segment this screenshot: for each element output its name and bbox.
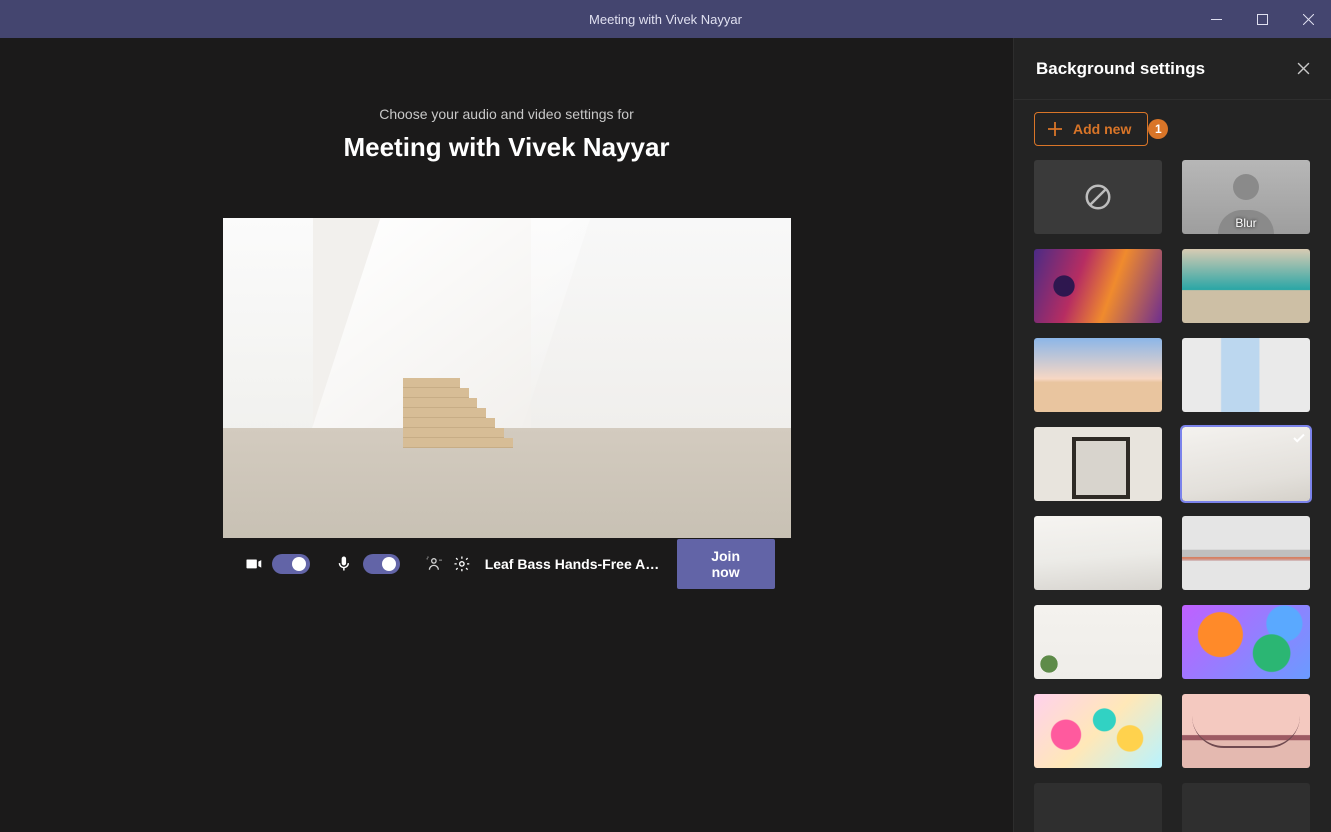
add-new-label: Add new [1073,121,1131,137]
device-settings-icon[interactable] [453,554,471,574]
background-effects-icon[interactable] [425,554,443,574]
video-preview [223,218,791,538]
panel-title: Background settings [1036,59,1205,79]
background-tile-blur[interactable]: Blur [1182,160,1310,234]
background-tile-balloons2[interactable] [1034,694,1162,768]
titlebar: Meeting with Vivek Nayyar [0,0,1331,38]
window-controls [1193,0,1331,38]
background-tile-office1[interactable] [1182,249,1310,323]
background-tile-loft[interactable] [1182,516,1310,590]
background-tile-white1[interactable] [1182,427,1310,501]
background-settings-panel: Background settings Add new 1 Blur [1013,38,1331,832]
panel-body: Add new 1 Blur [1014,100,1331,832]
background-tile-plants[interactable] [1034,605,1162,679]
maximize-button[interactable] [1239,0,1285,38]
minimize-button[interactable] [1193,0,1239,38]
minimize-icon [1211,14,1222,25]
stage-subhead: Choose your audio and video settings for [379,106,634,122]
mic-toggle[interactable] [363,554,400,574]
meeting-title: Meeting with Vivek Nayyar [343,132,669,163]
plus-icon [1047,121,1063,137]
background-tile-space[interactable] [1034,249,1162,323]
window-title: Meeting with Vivek Nayyar [589,12,742,27]
background-tile-window[interactable] [1182,338,1310,412]
background-tile-white2[interactable] [1034,516,1162,590]
join-now-button[interactable]: Join now [677,539,775,589]
maximize-icon [1257,14,1268,25]
panel-header: Background settings [1014,38,1331,100]
mic-icon [335,554,353,574]
prejoin-stage: Choose your audio and video settings for… [0,38,1013,832]
camera-toggle[interactable] [272,554,309,574]
background-tile-none[interactable] [1034,160,1162,234]
close-icon [1297,62,1310,75]
check-icon [1292,431,1306,450]
add-new-row: Add new 1 [1034,112,1321,146]
none-icon [1083,182,1113,212]
background-tile-mirror[interactable] [1034,427,1162,501]
content: Choose your audio and video settings for… [0,38,1331,832]
background-tile-balloons1[interactable] [1182,605,1310,679]
close-icon [1303,14,1314,25]
preview-decoration [403,373,513,448]
tile-label: Blur [1182,216,1310,230]
audio-device-name[interactable]: Leaf Bass Hands-Free AG Au... [485,556,667,572]
camera-icon [245,554,263,574]
add-new-button[interactable]: Add new [1034,112,1148,146]
control-bar: Leaf Bass Hands-Free AG Au... Join now [223,538,791,590]
background-grid: Blur [1026,160,1321,832]
background-tile-bridge[interactable] [1182,694,1310,768]
add-new-badge: 1 [1148,119,1168,139]
background-tile-extra2[interactable] [1182,783,1310,832]
panel-close-button[interactable] [1293,59,1313,79]
background-tile-beach[interactable] [1034,338,1162,412]
close-button[interactable] [1285,0,1331,38]
background-tile-extra1[interactable] [1034,783,1162,832]
